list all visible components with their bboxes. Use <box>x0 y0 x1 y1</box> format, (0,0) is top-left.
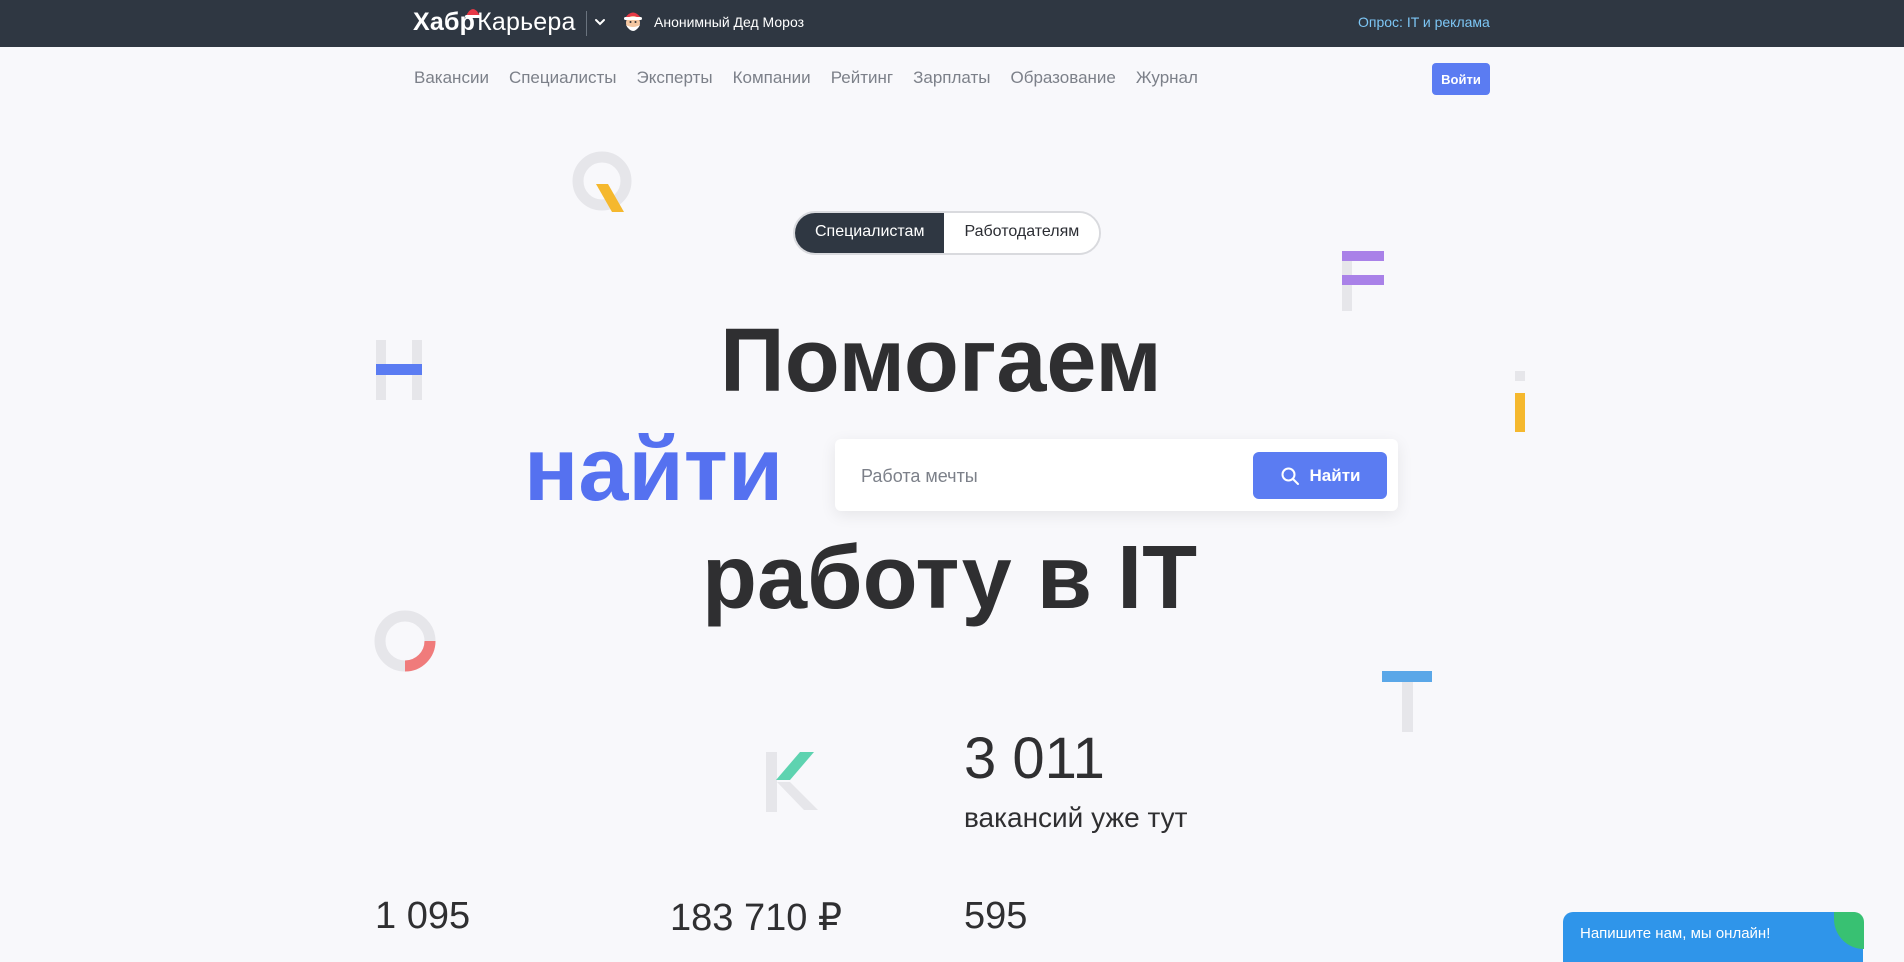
decor-letter-o <box>374 610 436 672</box>
tab-specialists[interactable]: Специалистам <box>795 213 945 253</box>
decor-letter-f <box>1342 251 1384 311</box>
online-indicator <box>1834 912 1864 949</box>
nav-item-journal[interactable]: Журнал <box>1136 68 1198 88</box>
login-button[interactable]: Войти <box>1432 63 1490 95</box>
nav-item-specialists[interactable]: Специалисты <box>509 68 617 88</box>
stat-3-value: 595 <box>964 895 1028 937</box>
vacancies-count: 3 011 <box>964 726 1105 791</box>
logo-kariera: Карьера <box>477 8 576 36</box>
nav-item-rating[interactable]: Рейтинг <box>831 68 893 88</box>
header-divider <box>586 11 587 36</box>
main-nav: Вакансии Специалисты Эксперты Компании Р… <box>414 68 1218 88</box>
hat-icon <box>465 9 481 18</box>
hero-line-2: найти <box>524 420 784 520</box>
nav-item-vacancies[interactable]: Вакансии <box>414 68 489 88</box>
hero-line-3: работу в IT <box>702 528 1198 628</box>
chat-widget[interactable]: Напишите нам, мы онлайн! <box>1563 912 1864 962</box>
nav-item-companies[interactable]: Компании <box>733 68 811 88</box>
decor-letter-i <box>1515 371 1525 432</box>
tab-employers[interactable]: Работодателям <box>944 213 1100 253</box>
hero-line-1: Помогаем <box>720 311 1162 411</box>
anon-user-name[interactable]: Анонимный Дед Мороз <box>654 14 804 30</box>
top-bar: Хабр Карьера Анонимный Дед Мороз Опрос: … <box>0 0 1904 47</box>
search-button-label: Найти <box>1309 465 1361 485</box>
chat-label: Напишите нам, мы онлайн! <box>1580 925 1771 942</box>
stat-1-value: 1 095 <box>375 895 471 937</box>
habr-career-logo[interactable]: Хабр Карьера <box>413 8 576 37</box>
nav-item-salaries[interactable]: Зарплаты <box>913 68 990 88</box>
search-icon <box>1281 467 1299 485</box>
vacancies-caption: вакансий уже тут <box>964 802 1188 833</box>
survey-link[interactable]: Опрос: IT и реклама <box>1358 14 1490 30</box>
decor-letter-h <box>376 340 422 400</box>
search-input[interactable] <box>859 461 1243 491</box>
audience-toggle: Специалистам Работодателям <box>793 211 1102 255</box>
chevron-down-icon[interactable] <box>592 14 608 30</box>
stat-2-value: 183 710 ₽ <box>670 897 843 939</box>
santa-avatar-icon <box>624 12 642 31</box>
job-search-box: Найти <box>835 439 1398 511</box>
search-button[interactable]: Найти <box>1253 452 1387 499</box>
nav-item-education[interactable]: Образование <box>1011 68 1116 88</box>
nav-item-experts[interactable]: Эксперты <box>637 68 713 88</box>
decor-letter-q <box>572 151 632 212</box>
decor-letter-t <box>1382 671 1432 732</box>
decor-letter-k <box>766 752 818 812</box>
